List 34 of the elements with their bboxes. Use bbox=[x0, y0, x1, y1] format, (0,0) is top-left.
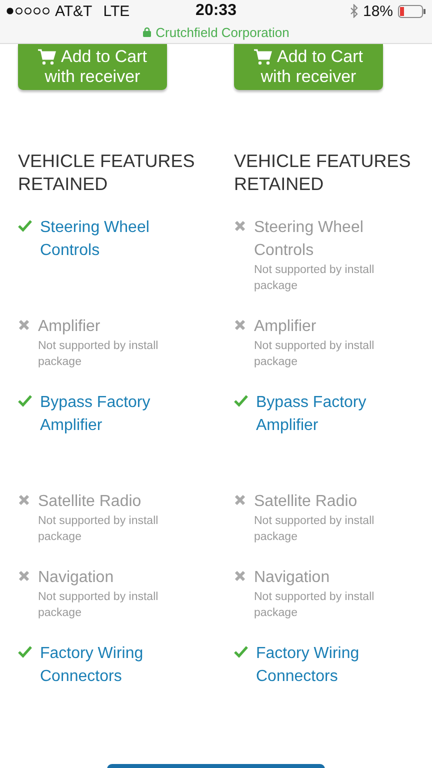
feature-note: Not supported by install package bbox=[38, 339, 160, 370]
feature-name: Amplifier bbox=[38, 317, 102, 337]
feature-name[interactable]: Steering Wheel Controls bbox=[40, 216, 190, 262]
feature-name[interactable]: Factory Wiring Connectors bbox=[40, 642, 190, 688]
lock-icon bbox=[142, 27, 151, 37]
feature-name: Satellite Radio bbox=[38, 492, 142, 512]
cart-icon bbox=[38, 49, 56, 65]
add-to-cart-button[interactable]: Add to Cart with receiver bbox=[234, 44, 383, 90]
feature-note: Not supported by install package bbox=[254, 590, 376, 621]
feature-name: Steering Wheel Controls bbox=[254, 218, 364, 261]
section-heading: VEHICLE FEATURES RETAINED bbox=[18, 150, 196, 196]
site-name: Crutchfield Corporation bbox=[156, 24, 290, 40]
feature-name: Satellite Radio bbox=[254, 492, 358, 512]
feature-name: Navigation bbox=[254, 568, 331, 588]
section-heading: VEHICLE FEATURES RETAINED bbox=[234, 150, 412, 196]
feature-name[interactable]: Bypass Factory Amplifier bbox=[256, 391, 406, 437]
feature-name[interactable]: Factory Wiring Connectors bbox=[256, 642, 406, 688]
feature-name: Navigation bbox=[38, 568, 115, 588]
cart-icon bbox=[254, 49, 272, 65]
network-type: LTE bbox=[103, 2, 130, 20]
feature-note: Not supported by install package bbox=[38, 514, 160, 545]
add-to-cart-button[interactable]: Add to Cart with receiver bbox=[18, 44, 167, 90]
battery-percent: 18% bbox=[362, 2, 394, 20]
feature-note: Not supported by install package bbox=[254, 514, 376, 545]
feature-note: Not supported by install package bbox=[254, 263, 376, 294]
carrier: AT&T bbox=[55, 2, 92, 20]
feature-name: Amplifier bbox=[254, 317, 318, 337]
feature-note: Not supported by install package bbox=[38, 590, 160, 621]
feature-note: Not supported by install package bbox=[254, 339, 376, 370]
signal-icon bbox=[6, 7, 50, 15]
battery-icon bbox=[398, 4, 426, 18]
feature-name[interactable]: Bypass Factory Amplifier bbox=[40, 391, 190, 437]
bluetooth-icon bbox=[350, 4, 358, 18]
clock: 20:33 bbox=[196, 2, 236, 20]
